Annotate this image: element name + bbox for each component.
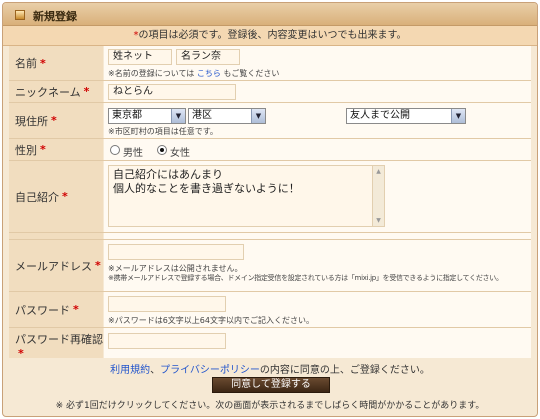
required-notice: *の項目は必須です。登録後、内容変更はいつでも出来ます。 [3,26,537,46]
row-email: メールアドレス * ※メールアドレスは公開されません。 ※携帯メールアドレスで登録… [9,240,531,292]
scroll-up-icon[interactable]: ▲ [373,166,384,177]
password-label: パスワード * [9,292,103,327]
title-bar: 新規登録 [3,3,537,26]
password-field[interactable] [108,296,226,312]
intro-label: 自己紹介 * [9,161,103,232]
row-address: 現住所 * 東京都 ▼ 港区 ▼ 友人まで公開 ▼ ※市区町村の項目は任意です。 [9,103,531,139]
name-note: ※名前の登録については こちら もご覧ください [108,69,280,78]
nickname-label: ニックネーム * [9,81,103,102]
chevron-down-icon: ▼ [251,109,265,123]
row-name: 名前 * 姓ネット 名ラン奈 ※名前の登録については こちら もご覧ください [9,46,531,81]
spacer-row [9,233,531,240]
required-star: * [62,190,68,203]
terms-line: 利用規約、プライバシーポリシーの内容に同意の上、ご登録ください。 [110,365,430,376]
address-label: 現住所 * [9,103,103,138]
footer-note: ※ 必ず1回だけクリックしてください。次の画面が表示されるまでしばらく時間がかか… [55,401,485,411]
intro-scrollbar[interactable]: ▲ ▼ [372,166,384,226]
scroll-down-icon[interactable]: ▼ [373,215,384,226]
password-confirm-field[interactable] [108,333,226,349]
prefecture-select[interactable]: 東京都 ▼ [108,108,186,124]
gender-label: 性別 * [9,139,103,160]
email-note-2: ※携帯メールアドレスで登録する場合、ドメイン指定受信を設定されている方は「mix… [108,274,503,282]
intro-textarea[interactable]: 自己紹介にはあんまり 個人的なことを書き過ぎないように！ ▲ ▼ [108,165,385,227]
gender-female-radio[interactable] [157,145,167,155]
name-label: 名前 * [9,46,103,80]
required-star: * [40,143,46,156]
title-square-icon [15,10,25,20]
gender-female-label[interactable]: 女性 [170,144,190,159]
row-password-confirm: パスワード再確認 * [9,328,531,360]
row-password: パスワード * ※パスワードは6文字以上64文字以内でご記入ください。 [9,292,531,328]
agree-register-button[interactable]: 同意して登録する [212,377,330,393]
required-star: * [95,259,101,272]
row-gender: 性別 * 男性 女性 [9,139,531,161]
address-note: ※市区町村の項目は任意です。 [108,127,218,136]
password-confirm-label: パスワード再確認 * [9,328,103,360]
privacy-link[interactable]: プライバシーポリシー [160,365,260,376]
required-notice-text: の項目は必須です。登録後、内容変更はいつでも出来ます。 [138,30,407,41]
row-intro: 自己紹介 * 自己紹介にはあんまり 個人的なことを書き過ぎないように！ ▲ ▼ [9,161,531,233]
visibility-select[interactable]: 友人まで公開 ▼ [346,108,466,124]
chevron-down-icon: ▼ [171,109,185,123]
nickname-field[interactable]: ねとらん [108,84,236,100]
chevron-down-icon: ▼ [451,109,465,123]
row-nickname: ニックネーム * ねとらん [9,81,531,103]
gender-male-radio[interactable] [110,145,120,155]
email-field[interactable] [108,244,244,260]
required-star: * [83,85,90,98]
page-title: 新規登録 [33,10,77,23]
password-note: ※パスワードは6文字以上64文字以内でご記入ください。 [108,316,314,325]
required-star: * [18,347,24,360]
registration-panel: 新規登録 *の項目は必須です。登録後、内容変更はいつでも出来ます。 名前 * 姓ネ… [2,2,538,417]
intro-line: 個人的なことを書き過ぎないように！ [113,182,300,195]
name-help-link[interactable]: こちら [197,69,221,78]
last-name-field[interactable]: 姓ネット [108,49,172,65]
city-select[interactable]: 港区 ▼ [188,108,266,124]
email-label: メールアドレス * [9,240,103,291]
gender-male-label[interactable]: 男性 [123,144,143,159]
terms-link[interactable]: 利用規約 [110,365,150,376]
intro-line: 自己紹介にはあんまり [113,168,223,181]
first-name-field[interactable]: 名ラン奈 [176,49,240,65]
required-star: * [40,56,46,70]
required-star: * [51,114,57,127]
required-star: * [73,303,79,316]
